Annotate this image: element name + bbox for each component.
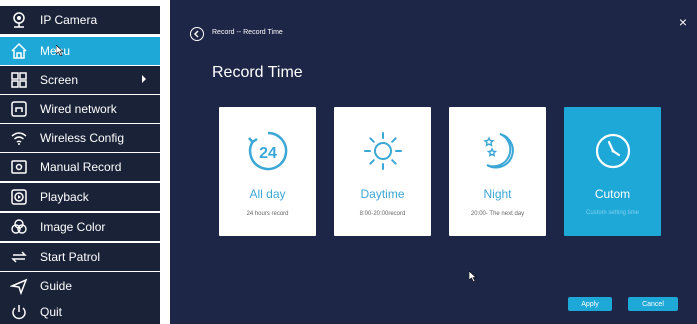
sidebar-item-quit[interactable]: Quit	[0, 300, 160, 324]
record-time-dialog: Record -- Record Time × Record Time 24 A…	[170, 0, 697, 324]
card-title: Daytime	[360, 187, 405, 201]
sidebar-item-playback[interactable]: Playback	[0, 183, 160, 211]
card-title: All day	[249, 187, 286, 201]
card-subtitle: 24 hours record	[246, 211, 289, 217]
sidebar-item-menu[interactable]: Menu	[0, 37, 160, 65]
color-icon	[8, 216, 30, 238]
apply-button[interactable]: Apply	[568, 297, 612, 311]
sidebar-item-label: Wired network	[40, 102, 117, 116]
24-hour-icon: 24	[219, 129, 316, 173]
option-card-daytime[interactable]: Daytime 8:00-20:00record	[334, 107, 431, 236]
chevron-left-icon	[193, 30, 199, 38]
cancel-button[interactable]: Cancel	[628, 297, 678, 311]
sidebar-item-screen[interactable]: Screen	[0, 66, 160, 94]
moon-icon	[449, 129, 546, 173]
breadcrumb: Record -- Record Time	[212, 29, 283, 36]
option-card-custom[interactable]: Cutom Custom setting time	[564, 107, 661, 236]
sidebar-item-label: Guide	[40, 279, 73, 293]
patrol-icon	[8, 246, 30, 268]
card-title: Cutom	[594, 187, 631, 201]
sidebar-item-label: Quit	[40, 305, 63, 319]
card-subtitle: 8:00-20:00record	[359, 211, 406, 217]
submenu-arrow-icon	[142, 75, 146, 83]
sun-icon	[334, 129, 431, 173]
playback-icon	[8, 186, 30, 208]
option-card-all-day[interactable]: 24 All day 24 hours record	[219, 107, 316, 236]
power-icon	[8, 301, 30, 323]
sidebar-item-label: Playback	[40, 190, 89, 204]
sidebar-item-start-patrol[interactable]: Start Patrol	[0, 243, 160, 271]
clock-icon	[564, 129, 661, 173]
24-hour-text: 24	[259, 145, 277, 162]
sidebar-item-wired-network[interactable]: Wired network	[0, 95, 160, 123]
sidebar-menu: IP Camera Menu Screen Wired network Wire…	[0, 0, 160, 324]
sidebar-item-wireless-config[interactable]: Wireless Config	[0, 124, 160, 152]
sidebar-item-label: Screen	[40, 73, 79, 87]
page-title: Record Time	[212, 64, 303, 81]
wired-network-icon	[8, 98, 30, 120]
home-icon	[8, 40, 30, 62]
wifi-icon	[8, 127, 30, 149]
mouse-pointer-icon	[56, 45, 64, 56]
card-subtitle: 20:00- The next day	[470, 211, 525, 217]
ip-camera-icon	[8, 9, 30, 31]
sidebar-item-guide[interactable]: Guide	[0, 272, 160, 300]
sidebar-item-ip-camera[interactable]: IP Camera	[0, 6, 160, 34]
record-icon	[8, 156, 30, 178]
screen-layout-icon	[8, 69, 30, 91]
card-subtitle: Custom setting time	[585, 210, 640, 216]
back-button[interactable]	[190, 27, 204, 41]
mouse-pointer-icon	[469, 271, 477, 282]
sidebar-item-label: IP Camera	[40, 13, 98, 27]
sidebar-item-image-color[interactable]: Image Color	[0, 213, 160, 241]
sidebar-item-manual-record[interactable]: Manual Record	[0, 153, 160, 181]
sidebar-item-label: Start Patrol	[40, 250, 101, 264]
guide-icon	[8, 275, 30, 297]
close-button[interactable]: ×	[679, 15, 687, 29]
option-card-night[interactable]: Night 20:00- The next day	[449, 107, 546, 236]
sidebar-item-label: Image Color	[40, 220, 106, 234]
sidebar-item-label: Manual Record	[40, 160, 122, 174]
card-title: Night	[483, 187, 512, 201]
sidebar-item-label: Wireless Config	[40, 131, 125, 145]
